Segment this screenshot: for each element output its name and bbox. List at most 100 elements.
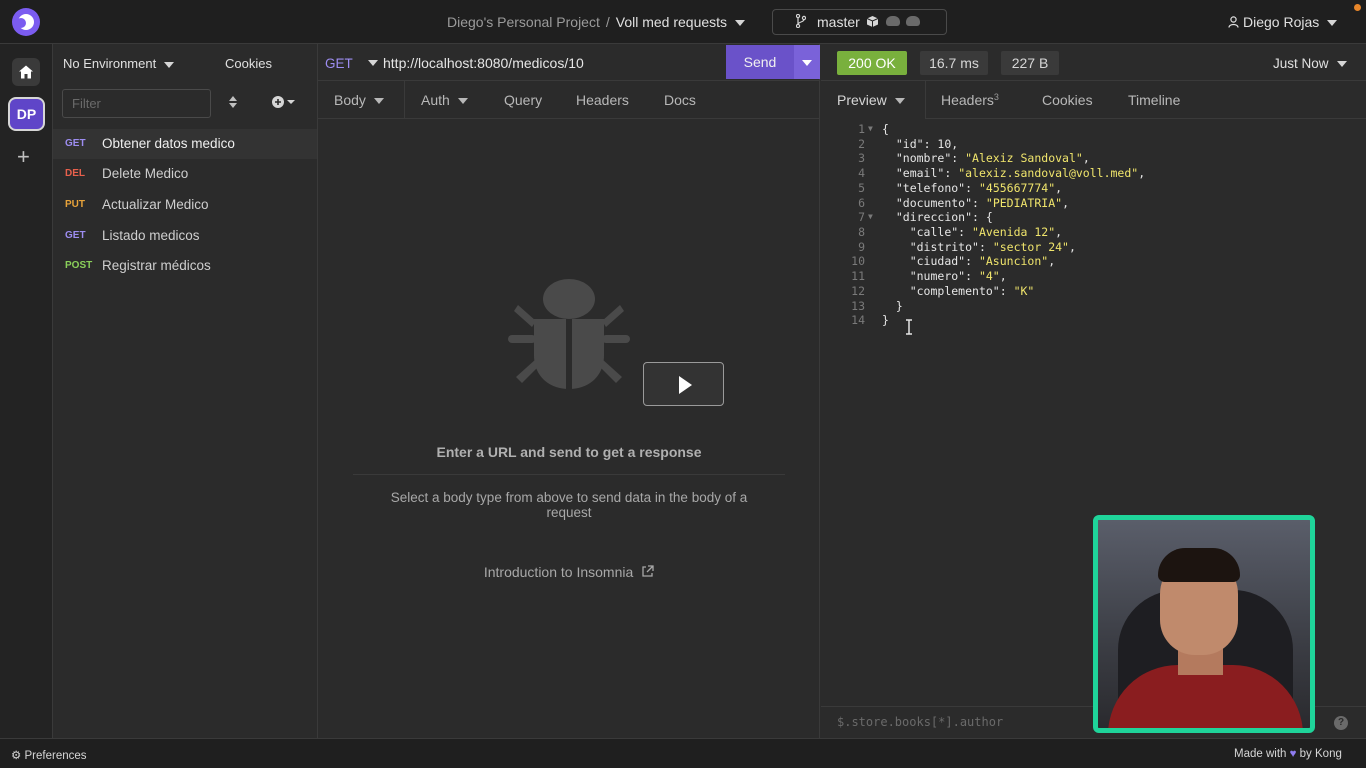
filter-input[interactable] (62, 89, 211, 118)
fold-arrow-icon[interactable]: ▼ (868, 124, 873, 133)
gear-icon: ⚙ (11, 750, 22, 762)
tab-preview-label: Preview (837, 92, 887, 108)
request-pane: GET http://localhost:8080/medicos/10 Sen… (318, 44, 820, 738)
text-cursor-icon (906, 319, 912, 335)
environment-selector[interactable]: No Environment (63, 56, 175, 71)
url-input[interactable]: http://localhost:8080/medicos/10 (383, 55, 584, 71)
tab-body[interactable]: Body (334, 92, 384, 108)
response-bar: 200 OK 16.7 ms 227 B Just Now (821, 44, 1366, 81)
cloud-push-icon[interactable] (906, 16, 920, 26)
help-icon[interactable]: ? (1334, 716, 1348, 730)
breadcrumb-collection[interactable]: Voll med requests (616, 14, 727, 30)
user-menu[interactable]: Diego Rojas (1228, 14, 1338, 30)
request-item-registrar-medicos[interactable]: POST Registrar médicos (53, 251, 317, 281)
preferences-label: Preferences (24, 750, 87, 762)
code-text: "distrito": "sector 24", (909, 240, 1076, 254)
workspace-avatar[interactable]: DP (8, 97, 45, 131)
url-bar: GET http://localhost:8080/medicos/10 Sen… (318, 44, 820, 81)
code-text: "direccion": { (895, 210, 993, 224)
tab-query[interactable]: Query (504, 92, 542, 108)
code-text: "id": 10, (895, 137, 959, 151)
breadcrumb-project[interactable]: Diego's Personal Project (447, 14, 600, 30)
breadcrumb-separator: / (605, 14, 610, 30)
code-text: "telefono": "455667774", (895, 181, 1063, 195)
code-text: } (882, 299, 903, 313)
code-text: "numero": "4", (909, 269, 1007, 283)
timestamp-label: Just Now (1273, 56, 1329, 71)
method-badge: POST (65, 260, 93, 271)
request-name: Registrar médicos (102, 258, 211, 273)
left-rail: DP + (0, 44, 53, 738)
request-item-actualizar-medico[interactable]: PUT Actualizar Medico (53, 190, 317, 220)
chevron-down-icon (164, 61, 175, 68)
title-bar: Diego's Personal Project / Voll med reques… (0, 0, 1366, 44)
request-item-delete-medico[interactable]: DEL Delete Medico (53, 159, 317, 189)
code-text: "nombre": "Alexiz Sandoval", (895, 151, 1090, 165)
preferences-button[interactable]: ⚙ Preferences (11, 748, 87, 762)
code-text: "ciudad": "Asuncion", (909, 254, 1056, 268)
status-badge: 200 OK (837, 51, 907, 75)
tab-cookies[interactable]: Cookies (1042, 92, 1093, 108)
request-name: Obtener datos medico (102, 136, 235, 151)
insomnia-logo-icon[interactable] (12, 8, 40, 36)
notification-dot[interactable] (1354, 4, 1361, 11)
divider (353, 474, 785, 475)
code-text: "calle": "Avenida 12", (909, 225, 1063, 239)
response-filter-input[interactable]: $.store.books[*].author (837, 715, 1003, 729)
tab-headers[interactable]: Headers (576, 92, 629, 108)
home-button[interactable] (12, 58, 40, 86)
sort-icon[interactable] (229, 96, 237, 111)
tab-headers-label: Headers (941, 92, 994, 108)
method-badge: GET (65, 230, 86, 241)
tab-auth[interactable]: Auth (421, 92, 468, 108)
home-icon (19, 65, 33, 79)
empty-state-subtitle: Select a body type from above to send da… (390, 490, 748, 520)
branch-label: master (817, 14, 860, 30)
chevron-down-icon[interactable] (368, 60, 378, 66)
tab-timeline[interactable]: Timeline (1128, 92, 1180, 108)
fold-arrow-icon[interactable]: ▼ (868, 212, 873, 221)
sidebar: No Environment Cookies GET Obtener datos… (53, 44, 318, 738)
method-badge: DEL (65, 168, 85, 179)
tab-preview[interactable]: Preview (837, 92, 905, 108)
external-link-icon (642, 565, 654, 577)
code-text: { (882, 122, 889, 136)
request-name: Listado medicos (102, 228, 200, 243)
user-icon (1228, 16, 1239, 28)
heart-icon: ♥ (1289, 748, 1297, 760)
environment-label: No Environment (63, 56, 157, 71)
by-kong-label: by Kong (1299, 748, 1342, 760)
introduction-link[interactable]: Introduction to Insomnia (318, 564, 820, 580)
cloud-pull-icon[interactable] (886, 16, 900, 26)
tab-auth-label: Auth (421, 92, 450, 108)
request-item-obtener-datos-medico[interactable]: GET Obtener datos medico (53, 129, 317, 159)
status-bar: ⚙ Preferences Made with ♥ by Kong (0, 738, 1366, 768)
method-badge: PUT (65, 199, 85, 210)
add-request-button[interactable] (272, 96, 296, 111)
breadcrumb: Diego's Personal Project / Voll med reques… (447, 14, 746, 30)
video-play-button[interactable] (643, 362, 724, 406)
chevron-down-icon (894, 98, 905, 105)
add-workspace-icon[interactable]: + (17, 144, 30, 170)
webcam-overlay (1093, 515, 1315, 733)
introduction-link-label: Introduction to Insomnia (483, 564, 634, 580)
cookies-button[interactable]: Cookies (225, 56, 272, 71)
made-with-label: Made with (1234, 748, 1287, 760)
headers-count-badge: 3 (993, 92, 999, 102)
response-size: 227 B (1001, 51, 1059, 75)
send-button[interactable]: Send (726, 45, 794, 79)
method-selector[interactable]: GET (325, 56, 353, 71)
method-badge: GET (65, 138, 86, 149)
plus-circle-icon (272, 96, 295, 108)
request-name: Actualizar Medico (102, 197, 209, 212)
tab-docs[interactable]: Docs (664, 92, 696, 108)
tab-response-headers[interactable]: Headers3 (941, 92, 999, 108)
request-item-listado-medicos[interactable]: GET Listado medicos (53, 221, 317, 251)
chevron-down-icon[interactable] (735, 20, 746, 27)
webcam-hair (1158, 548, 1240, 582)
chevron-down-icon (1327, 20, 1338, 27)
history-dropdown[interactable]: Just Now (1273, 56, 1347, 71)
send-options-button[interactable] (794, 45, 820, 79)
code-text: "documento": "PEDIATRIA", (895, 196, 1069, 210)
response-tabs: Preview Headers3 Cookies Timeline (821, 81, 1366, 119)
